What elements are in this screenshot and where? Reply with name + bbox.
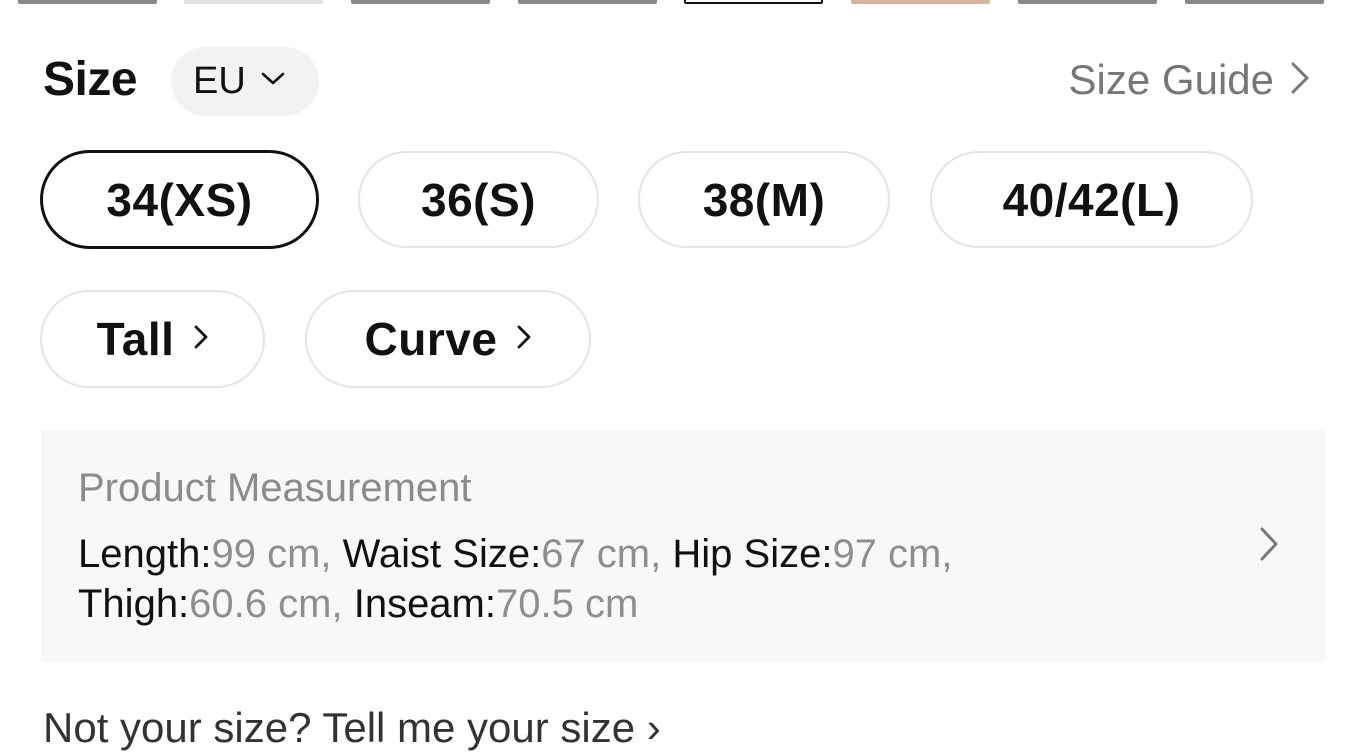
measurement-line: Length:99 cm, Waist Size:67 cm, Hip Size… <box>78 532 952 577</box>
size-option-36-s[interactable]: 36(S) <box>358 151 599 248</box>
product-thumbnail[interactable] <box>518 0 657 4</box>
size-region-value: EU <box>193 60 246 102</box>
measurement-key: Length: <box>78 532 212 576</box>
measurement-value: 70.5 cm <box>496 582 639 626</box>
size-option-38-m[interactable]: 38(M) <box>638 151 890 248</box>
product-thumbnail[interactable] <box>1185 0 1324 4</box>
measurement-key: Hip Size: <box>672 532 833 576</box>
size-option-34-xs[interactable]: 34(XS) <box>40 150 319 249</box>
chevron-right-icon <box>1259 526 1279 567</box>
chevron-right-icon <box>194 325 208 354</box>
size-guide-label: Size Guide <box>1068 56 1274 103</box>
size-region-dropdown[interactable]: EU <box>171 47 319 116</box>
fit-option-tall[interactable]: Tall <box>40 290 265 388</box>
size-option-label: 40/42(L) <box>1002 173 1181 226</box>
product-thumbnail[interactable] <box>1018 0 1157 4</box>
measurement-value: 60.6 cm, <box>189 582 343 626</box>
measurement-key: Inseam: <box>353 582 496 626</box>
size-option-label: 36(S) <box>421 173 536 226</box>
product-measurement-panel[interactable]: Product Measurement Length:99 cm, Waist … <box>41 430 1325 662</box>
fit-option-label: Curve <box>364 313 498 365</box>
product-thumbnail-strip <box>18 0 1338 6</box>
product-thumbnail-selected[interactable] <box>684 0 823 4</box>
size-option-label: 38(M) <box>702 173 826 226</box>
size-option-label: 34(XS) <box>106 173 253 226</box>
measurement-value: 99 cm, <box>211 532 332 576</box>
product-thumbnail[interactable] <box>18 0 157 4</box>
size-guide-link[interactable]: Size Guide <box>1069 56 1310 104</box>
measurement-value: 67 cm, <box>541 532 662 576</box>
chevron-right-icon <box>517 325 531 354</box>
measurement-value: 97 cm, <box>832 532 953 576</box>
size-option-40-42-l[interactable]: 40/42(L) <box>930 151 1253 248</box>
measurement-line: Thigh:60.6 cm, Inseam:70.5 cm <box>78 582 638 627</box>
chevron-right-icon <box>1290 61 1310 100</box>
measurement-key: Waist Size: <box>342 532 542 576</box>
chevron-down-icon <box>260 71 286 92</box>
measurement-key: Thigh: <box>78 582 190 626</box>
product-thumbnail[interactable] <box>851 0 990 4</box>
product-thumbnail[interactable] <box>351 0 490 4</box>
size-heading: Size <box>43 53 138 106</box>
fit-option-label: Tall <box>96 313 175 365</box>
product-thumbnail[interactable] <box>184 0 323 4</box>
size-request-link[interactable]: Not your size? Tell me your size › <box>43 704 661 752</box>
fit-option-curve[interactable]: Curve <box>305 290 591 388</box>
product-measurement-title: Product Measurement <box>78 466 472 510</box>
